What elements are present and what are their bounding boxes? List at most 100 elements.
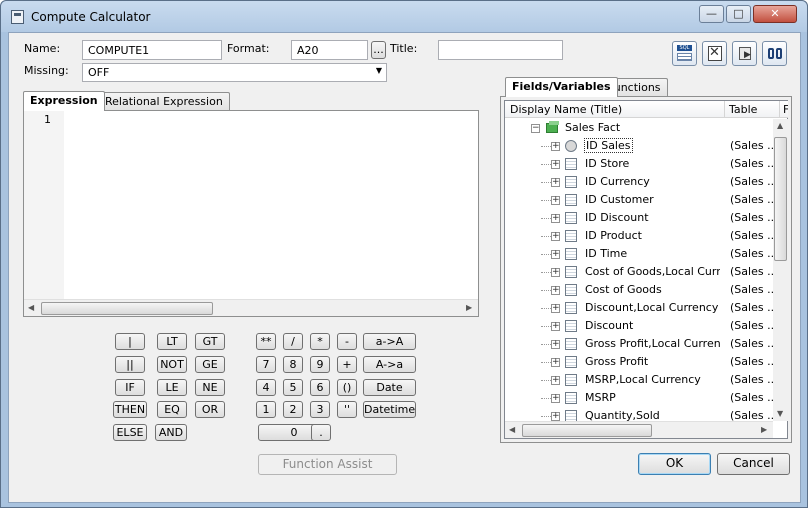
field-row-id-sales[interactable]: + ID Sales (Sales ...: [505, 137, 773, 155]
format-label: Format:: [227, 42, 270, 55]
field-row[interactable]: + Gross Profit (Sales ...: [505, 353, 773, 371]
key-6[interactable]: 6: [310, 379, 330, 396]
key-lt[interactable]: LT: [157, 333, 187, 350]
key-else[interactable]: ELSE: [113, 424, 147, 441]
validate-icon[interactable]: ✕: [702, 41, 727, 66]
editor-scroll-thumb[interactable]: [41, 302, 213, 315]
field-table: (Sales ...: [730, 409, 773, 421]
format-browse-button[interactable]: ...: [371, 41, 386, 59]
column-table[interactable]: Table: [729, 103, 757, 116]
missing-label: Missing:: [24, 64, 69, 77]
field-row[interactable]: + MSRP (Sales ...: [505, 389, 773, 407]
field-row[interactable]: + Gross Profit,Local Currency (Sales ...: [505, 335, 773, 353]
key-concat[interactable]: ||: [115, 356, 145, 373]
tree-root[interactable]: − Sales Fact: [505, 119, 773, 137]
find-icon[interactable]: [762, 41, 787, 66]
field-row[interactable]: + ID Product (Sales ...: [505, 227, 773, 245]
key-or-bar[interactable]: |: [115, 333, 145, 350]
tab-relational-expression[interactable]: Relational Expression: [98, 92, 230, 110]
export-icon[interactable]: ▶: [732, 41, 757, 66]
scroll-left-icon[interactable]: ◀: [28, 303, 34, 312]
key-uppercase[interactable]: a->A: [363, 333, 416, 350]
format-input[interactable]: A20: [291, 40, 368, 60]
field-row[interactable]: + MSRP,Local Currency (Sales ...: [505, 371, 773, 389]
field-name: Discount: [585, 319, 634, 332]
key-or[interactable]: OR: [195, 401, 225, 418]
sql-icon[interactable]: SQL: [672, 41, 697, 66]
tree-scroll-thumb-h[interactable]: [522, 424, 652, 437]
key-8[interactable]: 8: [283, 356, 303, 373]
key-9[interactable]: 9: [310, 356, 330, 373]
field-row[interactable]: + Discount,Local Currency (Sales ...: [505, 299, 773, 317]
key-2[interactable]: 2: [283, 401, 303, 418]
title-input[interactable]: [438, 40, 563, 60]
title-bar[interactable]: Compute Calculator — □ ✕: [1, 1, 807, 32]
column-display-name[interactable]: Display Name (Title): [510, 103, 622, 116]
key-date[interactable]: Date: [363, 379, 416, 396]
tab-expression[interactable]: Expression: [23, 91, 105, 111]
field-row[interactable]: + Cost of Goods,Local Curr... (Sales ...: [505, 263, 773, 281]
tree-horizontal-scrollbar[interactable]: ◀ ▶: [505, 421, 773, 438]
key-power[interactable]: **: [256, 333, 276, 350]
key-then[interactable]: THEN: [113, 401, 147, 418]
name-input[interactable]: COMPUTE1: [82, 40, 222, 60]
fields-tree[interactable]: Display Name (Title) Table F − Sales Fac…: [504, 100, 788, 439]
expression-editor[interactable]: 1 ◀ ▶: [23, 110, 479, 317]
key-divide[interactable]: /: [283, 333, 303, 350]
key-4[interactable]: 4: [256, 379, 276, 396]
scroll-down-icon[interactable]: ▼: [777, 409, 783, 418]
scroll-right-icon[interactable]: ▶: [761, 425, 767, 434]
key-and[interactable]: AND: [155, 424, 187, 441]
key-5[interactable]: 5: [283, 379, 303, 396]
minimize-button[interactable]: —: [699, 5, 724, 23]
field-name: Discount,Local Currency: [585, 301, 719, 314]
key-7[interactable]: 7: [256, 356, 276, 373]
field-row[interactable]: + ID Customer (Sales ...: [505, 191, 773, 209]
editor-horizontal-scrollbar[interactable]: ◀ ▶: [24, 299, 478, 316]
key-eq[interactable]: EQ: [157, 401, 187, 418]
key-plus[interactable]: +: [337, 356, 357, 373]
field-row[interactable]: + Quantity,Sold (Sales ...: [505, 407, 773, 421]
key-datetime[interactable]: Datetime: [363, 401, 416, 418]
collapse-icon[interactable]: −: [531, 124, 540, 133]
ok-button[interactable]: OK: [638, 453, 711, 475]
key-minus[interactable]: -: [337, 333, 357, 350]
tab-fields-variables[interactable]: Fields/Variables: [505, 77, 618, 97]
field-name: ID Currency: [585, 175, 650, 188]
key-ne[interactable]: NE: [195, 379, 225, 396]
key-lowercase[interactable]: A->a: [363, 356, 416, 373]
cancel-button[interactable]: Cancel: [717, 453, 790, 475]
close-button[interactable]: ✕: [753, 5, 797, 23]
scroll-up-icon[interactable]: ▲: [777, 121, 783, 130]
key-quotes[interactable]: '': [337, 401, 357, 418]
maximize-button[interactable]: □: [726, 5, 751, 23]
key-ge[interactable]: GE: [195, 356, 225, 373]
column-f[interactable]: F: [783, 103, 788, 116]
tree-vertical-scrollbar[interactable]: ▲ ▼: [773, 119, 788, 421]
key-parens[interactable]: (): [337, 379, 357, 396]
key-decimal[interactable]: .: [311, 424, 331, 441]
key-multiply[interactable]: *: [310, 333, 330, 350]
scroll-left-icon[interactable]: ◀: [509, 425, 515, 434]
field-row[interactable]: + Discount (Sales ...: [505, 317, 773, 335]
key-le[interactable]: LE: [157, 379, 187, 396]
key-not[interactable]: NOT: [157, 356, 187, 373]
field-name: ID Sales: [584, 138, 633, 153]
field-row[interactable]: + ID Discount (Sales ...: [505, 209, 773, 227]
key-if[interactable]: IF: [115, 379, 145, 396]
key-1[interactable]: 1: [256, 401, 276, 418]
field-row[interactable]: + ID Currency (Sales ...: [505, 173, 773, 191]
scroll-right-icon[interactable]: ▶: [466, 303, 472, 312]
key-3[interactable]: 3: [310, 401, 330, 418]
field-icon: [565, 302, 577, 314]
field-row[interactable]: + ID Time (Sales ...: [505, 245, 773, 263]
tree-scroll-thumb[interactable]: [774, 137, 787, 261]
key-gt[interactable]: GT: [195, 333, 225, 350]
field-row[interactable]: + ID Store (Sales ...: [505, 155, 773, 173]
field-row[interactable]: + Cost of Goods (Sales ...: [505, 281, 773, 299]
name-label: Name:: [24, 42, 61, 55]
missing-select[interactable]: OFF ▼: [82, 63, 387, 82]
field-name: ID Discount: [585, 211, 649, 224]
function-assist-button[interactable]: Function Assist: [258, 454, 397, 475]
calculator-icon: [11, 10, 24, 24]
